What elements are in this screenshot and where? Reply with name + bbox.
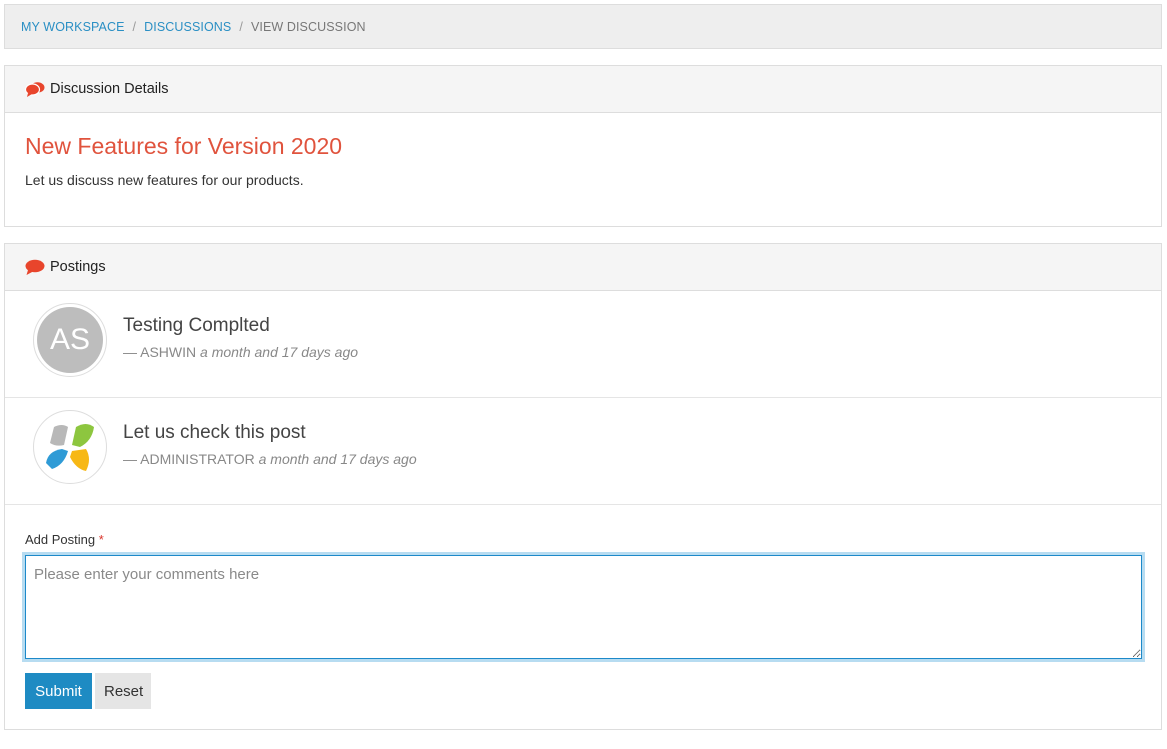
comment-textarea[interactable] bbox=[22, 552, 1145, 662]
discussion-description: Let us discuss new features for our prod… bbox=[25, 172, 304, 188]
posting-time: a month and 17 days ago bbox=[200, 344, 359, 360]
breadcrumb: MY WORKSPACE / DISCUSSIONS / VIEW DISCUS… bbox=[4, 4, 1162, 49]
posting-item: Let us check this post — ADMINISTRATOR a… bbox=[5, 398, 1161, 505]
breadcrumb-my-workspace[interactable]: MY WORKSPACE bbox=[21, 20, 125, 34]
avatar bbox=[33, 410, 107, 484]
breadcrumb-separator: / bbox=[239, 19, 243, 34]
breadcrumb-separator: / bbox=[132, 19, 137, 34]
posting-time: a month and 17 days ago bbox=[258, 451, 417, 467]
required-mark: * bbox=[98, 532, 104, 547]
discussion-details-heading: Discussion Details bbox=[5, 66, 1161, 113]
postings-panel: Postings AS Testing Complted — ASHWIN a … bbox=[4, 243, 1162, 730]
avatar: AS bbox=[33, 303, 107, 377]
reset-button[interactable]: Reset bbox=[95, 673, 151, 709]
posting-author: — ASHWIN bbox=[123, 344, 197, 360]
add-posting-label-text: Add Posting bbox=[25, 532, 96, 547]
posting-meta: — ASHWIN a month and 17 days ago bbox=[123, 344, 358, 360]
postings-title: Postings bbox=[50, 259, 106, 275]
posting-title: Testing Complted bbox=[123, 315, 270, 336]
comment-icon bbox=[25, 259, 45, 275]
company-logo-icon bbox=[46, 424, 94, 471]
breadcrumb-current: VIEW DISCUSSION bbox=[250, 19, 366, 34]
posting-item: AS Testing Complted — ASHWIN a month and… bbox=[5, 291, 1161, 398]
posting-title: Let us check this post bbox=[123, 422, 306, 443]
avatar-initials: AS bbox=[37, 307, 103, 373]
submit-button[interactable]: Submit bbox=[25, 673, 92, 709]
add-posting-label: Add Posting * bbox=[25, 532, 104, 547]
discussion-details-title: Discussion Details bbox=[50, 81, 169, 97]
posting-author: — ADMINISTRATOR bbox=[123, 451, 255, 467]
postings-heading: Postings bbox=[5, 244, 1161, 291]
posting-meta: — ADMINISTRATOR a month and 17 days ago bbox=[123, 451, 417, 467]
breadcrumb-discussions[interactable]: DISCUSSIONS bbox=[144, 20, 231, 34]
discussion-title: New Features for Version 2020 bbox=[25, 133, 343, 159]
comments-icon bbox=[25, 82, 45, 97]
discussion-details-panel: Discussion Details New Features for Vers… bbox=[4, 65, 1162, 227]
